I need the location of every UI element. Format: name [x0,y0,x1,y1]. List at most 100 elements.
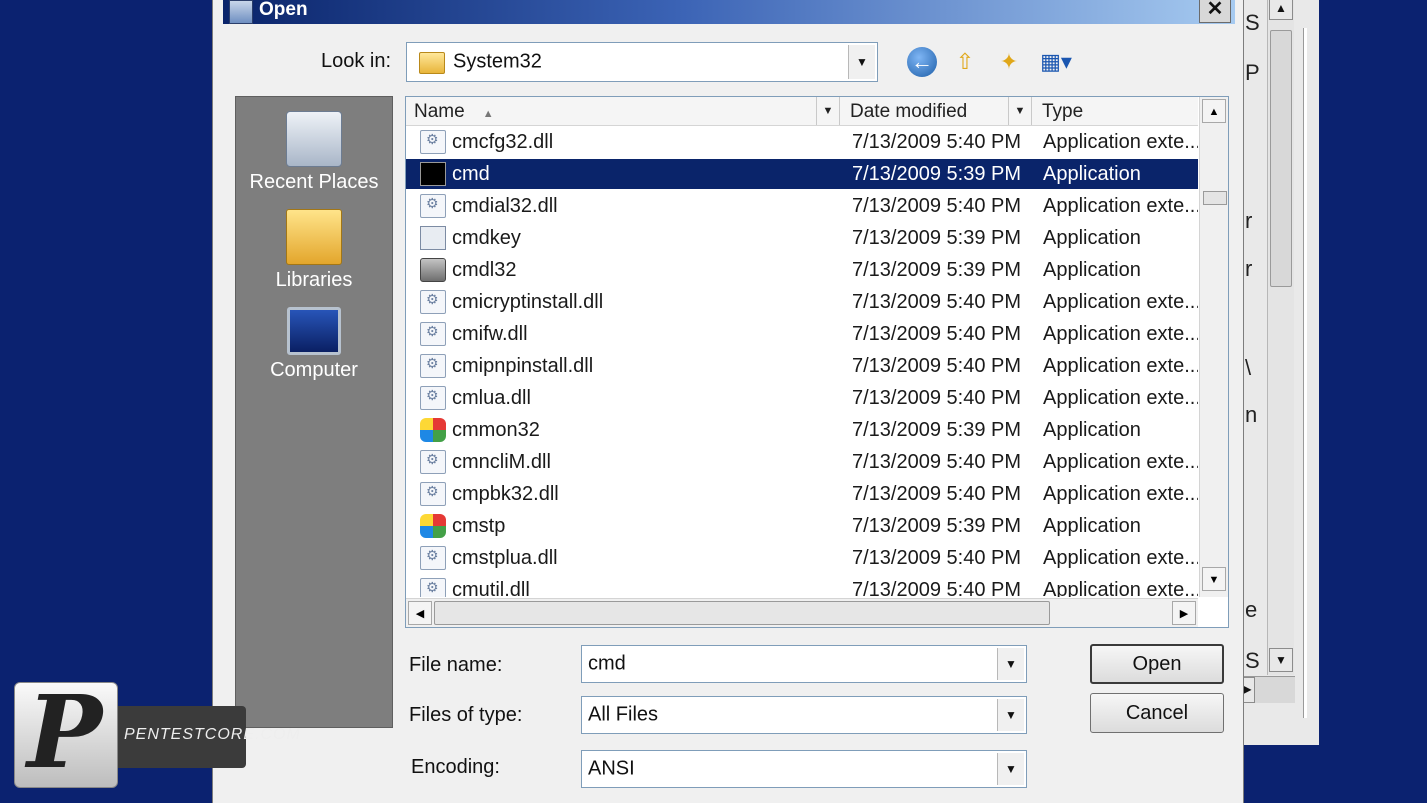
file-row[interactable]: cmd 7/13/2009 5:39 PM Application [406,159,1198,189]
file-type-cell: Application exte... [1043,291,1198,313]
logo-band: PENTESTCORE.COM [118,706,300,768]
vscroll-thumb[interactable] [1203,191,1227,205]
dll-file-icon [420,450,446,474]
dll-file-icon [420,546,446,570]
file-name-value[interactable]: cmd [588,653,626,676]
command-prompt-icon [420,162,446,186]
file-type-cell: Application [1043,419,1141,441]
application-window-icon [420,226,446,250]
close-button[interactable]: ✕ [1199,0,1231,23]
file-list-hscrollbar[interactable]: ◀ ▶ [406,598,1198,627]
file-type-cell: Application [1043,259,1141,281]
chevron-down-icon[interactable]: ▼ [997,699,1024,731]
column-name[interactable]: Name ▲ ▼ [406,97,840,125]
background-window-hscroll[interactable]: ▶ [1239,676,1295,703]
look-in-dropdown[interactable]: System32 ▼ [406,42,878,82]
chevron-down-icon[interactable]: ▼ [848,45,875,79]
dialog-title: Open [259,0,308,20]
chevron-down-icon[interactable]: ▼ [816,97,839,125]
dll-file-icon [420,130,446,154]
chevron-down-icon[interactable]: ▼ [997,753,1024,785]
cancel-button[interactable]: Cancel [1090,693,1224,733]
file-name-cell: cmd [452,163,490,185]
scroll-left-button[interactable]: ◀ [408,601,432,625]
look-in-value: System32 [453,50,542,73]
file-type-cell: Application [1043,163,1141,185]
file-name-input[interactable]: cmd ▼ [581,645,1027,683]
place-recent-places[interactable]: Recent Places [236,111,392,194]
encoding-dropdown[interactable]: ANSI ▼ [581,750,1027,788]
chevron-down-icon[interactable]: ▼ [997,648,1024,680]
file-date-cell: 7/13/2009 5:39 PM [852,419,1022,441]
background-scroll-up-button[interactable]: ▲ [1269,0,1293,20]
column-header: Name ▲ ▼ Date modified ▼ Type [406,97,1198,126]
file-date-cell: 7/13/2009 5:39 PM [852,259,1022,281]
file-row[interactable]: cmstp 7/13/2009 5:39 PM Application [406,511,1198,541]
views-menu-icon[interactable]: ▦▾ [1035,46,1077,78]
file-row[interactable]: cmifw.dll 7/13/2009 5:40 PM Application ex… [406,319,1198,349]
file-name-cell: cmpbk32.dll [452,483,559,505]
file-date-cell: 7/13/2009 5:40 PM [852,579,1022,597]
file-row[interactable]: cmipnpinstall.dll 7/13/2009 5:40 PM Applic… [406,351,1198,381]
place-computer[interactable]: Computer [236,307,392,382]
application-gear-icon [420,258,446,282]
file-row[interactable]: cmdl32 7/13/2009 5:39 PM Application [406,255,1198,285]
file-row[interactable]: cmpbk32.dll 7/13/2009 5:40 PM Application … [406,479,1198,509]
file-type-cell: Application exte... [1043,387,1198,409]
file-row[interactable]: cmncliM.dll 7/13/2009 5:40 PM Application … [406,447,1198,477]
file-date-cell: 7/13/2009 5:40 PM [852,323,1022,345]
chevron-down-icon[interactable]: ▼ [1008,97,1031,125]
file-list[interactable]: Name ▲ ▼ Date modified ▼ Type cmcfg32.dll… [405,96,1229,628]
column-date-modified[interactable]: Date modified ▼ [840,97,1032,125]
file-date-cell: 7/13/2009 5:40 PM [852,131,1022,153]
file-row[interactable]: cmdial32.dll 7/13/2009 5:40 PM Application… [406,191,1198,221]
notepad-app-icon [229,0,253,24]
file-row[interactable]: cmdkey 7/13/2009 5:39 PM Application [406,223,1198,253]
file-name-cell: cmutil.dll [452,579,530,597]
file-type-cell: Application exte... [1043,131,1198,153]
file-type-cell: Application exte... [1043,195,1198,217]
file-name-cell: cmdial32.dll [452,195,558,217]
place-label: Computer [270,359,358,381]
dll-file-icon [420,578,446,597]
file-type-cell: Application [1043,515,1141,537]
background-window-scrollbar[interactable] [1267,0,1294,675]
files-of-type-label: Files of type: [409,704,523,726]
application-colorful-icon [420,514,446,538]
background-scroll-down-button[interactable]: ▼ [1269,648,1293,672]
recent-places-icon [286,111,342,167]
file-name-cell: cmstplua.dll [452,547,558,569]
file-row[interactable]: cmstplua.dll 7/13/2009 5:40 PM Application… [406,543,1198,573]
file-name-cell: cmcfg32.dll [452,131,554,153]
new-folder-icon[interactable]: ✦ [993,46,1025,78]
hscroll-thumb[interactable] [434,601,1050,625]
file-list-vscrollbar[interactable]: ▲ ▼ [1199,97,1228,597]
file-row[interactable]: cmutil.dll 7/13/2009 5:40 PM Application e… [406,575,1198,597]
sort-ascending-icon: ▲ [482,108,494,120]
file-row[interactable]: cmlua.dll 7/13/2009 5:40 PM Application ex… [406,383,1198,413]
file-row[interactable]: cmmon32 7/13/2009 5:39 PM Application [406,415,1198,445]
places-bar: Recent Places Libraries Computer [235,96,393,728]
logo-square: P [14,673,118,791]
scroll-up-button[interactable]: ▲ [1202,99,1226,123]
file-row[interactable]: cmcfg32.dll 7/13/2009 5:40 PM Application … [406,127,1198,157]
file-row[interactable]: cmicryptinstall.dll 7/13/2009 5:40 PM Appl… [406,287,1198,317]
file-date-cell: 7/13/2009 5:39 PM [852,227,1022,249]
back-arrow-icon[interactable]: ← [907,47,937,77]
logo-site-text: PENTESTCORE.COM [124,726,301,743]
scroll-down-button[interactable]: ▼ [1202,567,1226,591]
place-libraries[interactable]: Libraries [236,209,392,292]
up-folder-icon[interactable]: ⇧ [949,46,981,78]
open-button[interactable]: Open [1090,644,1224,684]
column-type[interactable]: Type [1032,97,1198,125]
scroll-right-button[interactable]: ▶ [1172,601,1196,625]
column-type-label: Type [1042,101,1084,122]
background-scroll-thumb[interactable] [1270,30,1292,287]
place-label: Recent Places [249,171,379,193]
file-name-label: File name: [409,654,503,676]
dll-file-icon [420,482,446,506]
files-of-type-dropdown[interactable]: All Files ▼ [581,696,1027,734]
dialog-titlebar[interactable]: Open ✕ [223,0,1235,24]
logo-letter: P [27,673,103,791]
file-date-cell: 7/13/2009 5:39 PM [852,515,1022,537]
